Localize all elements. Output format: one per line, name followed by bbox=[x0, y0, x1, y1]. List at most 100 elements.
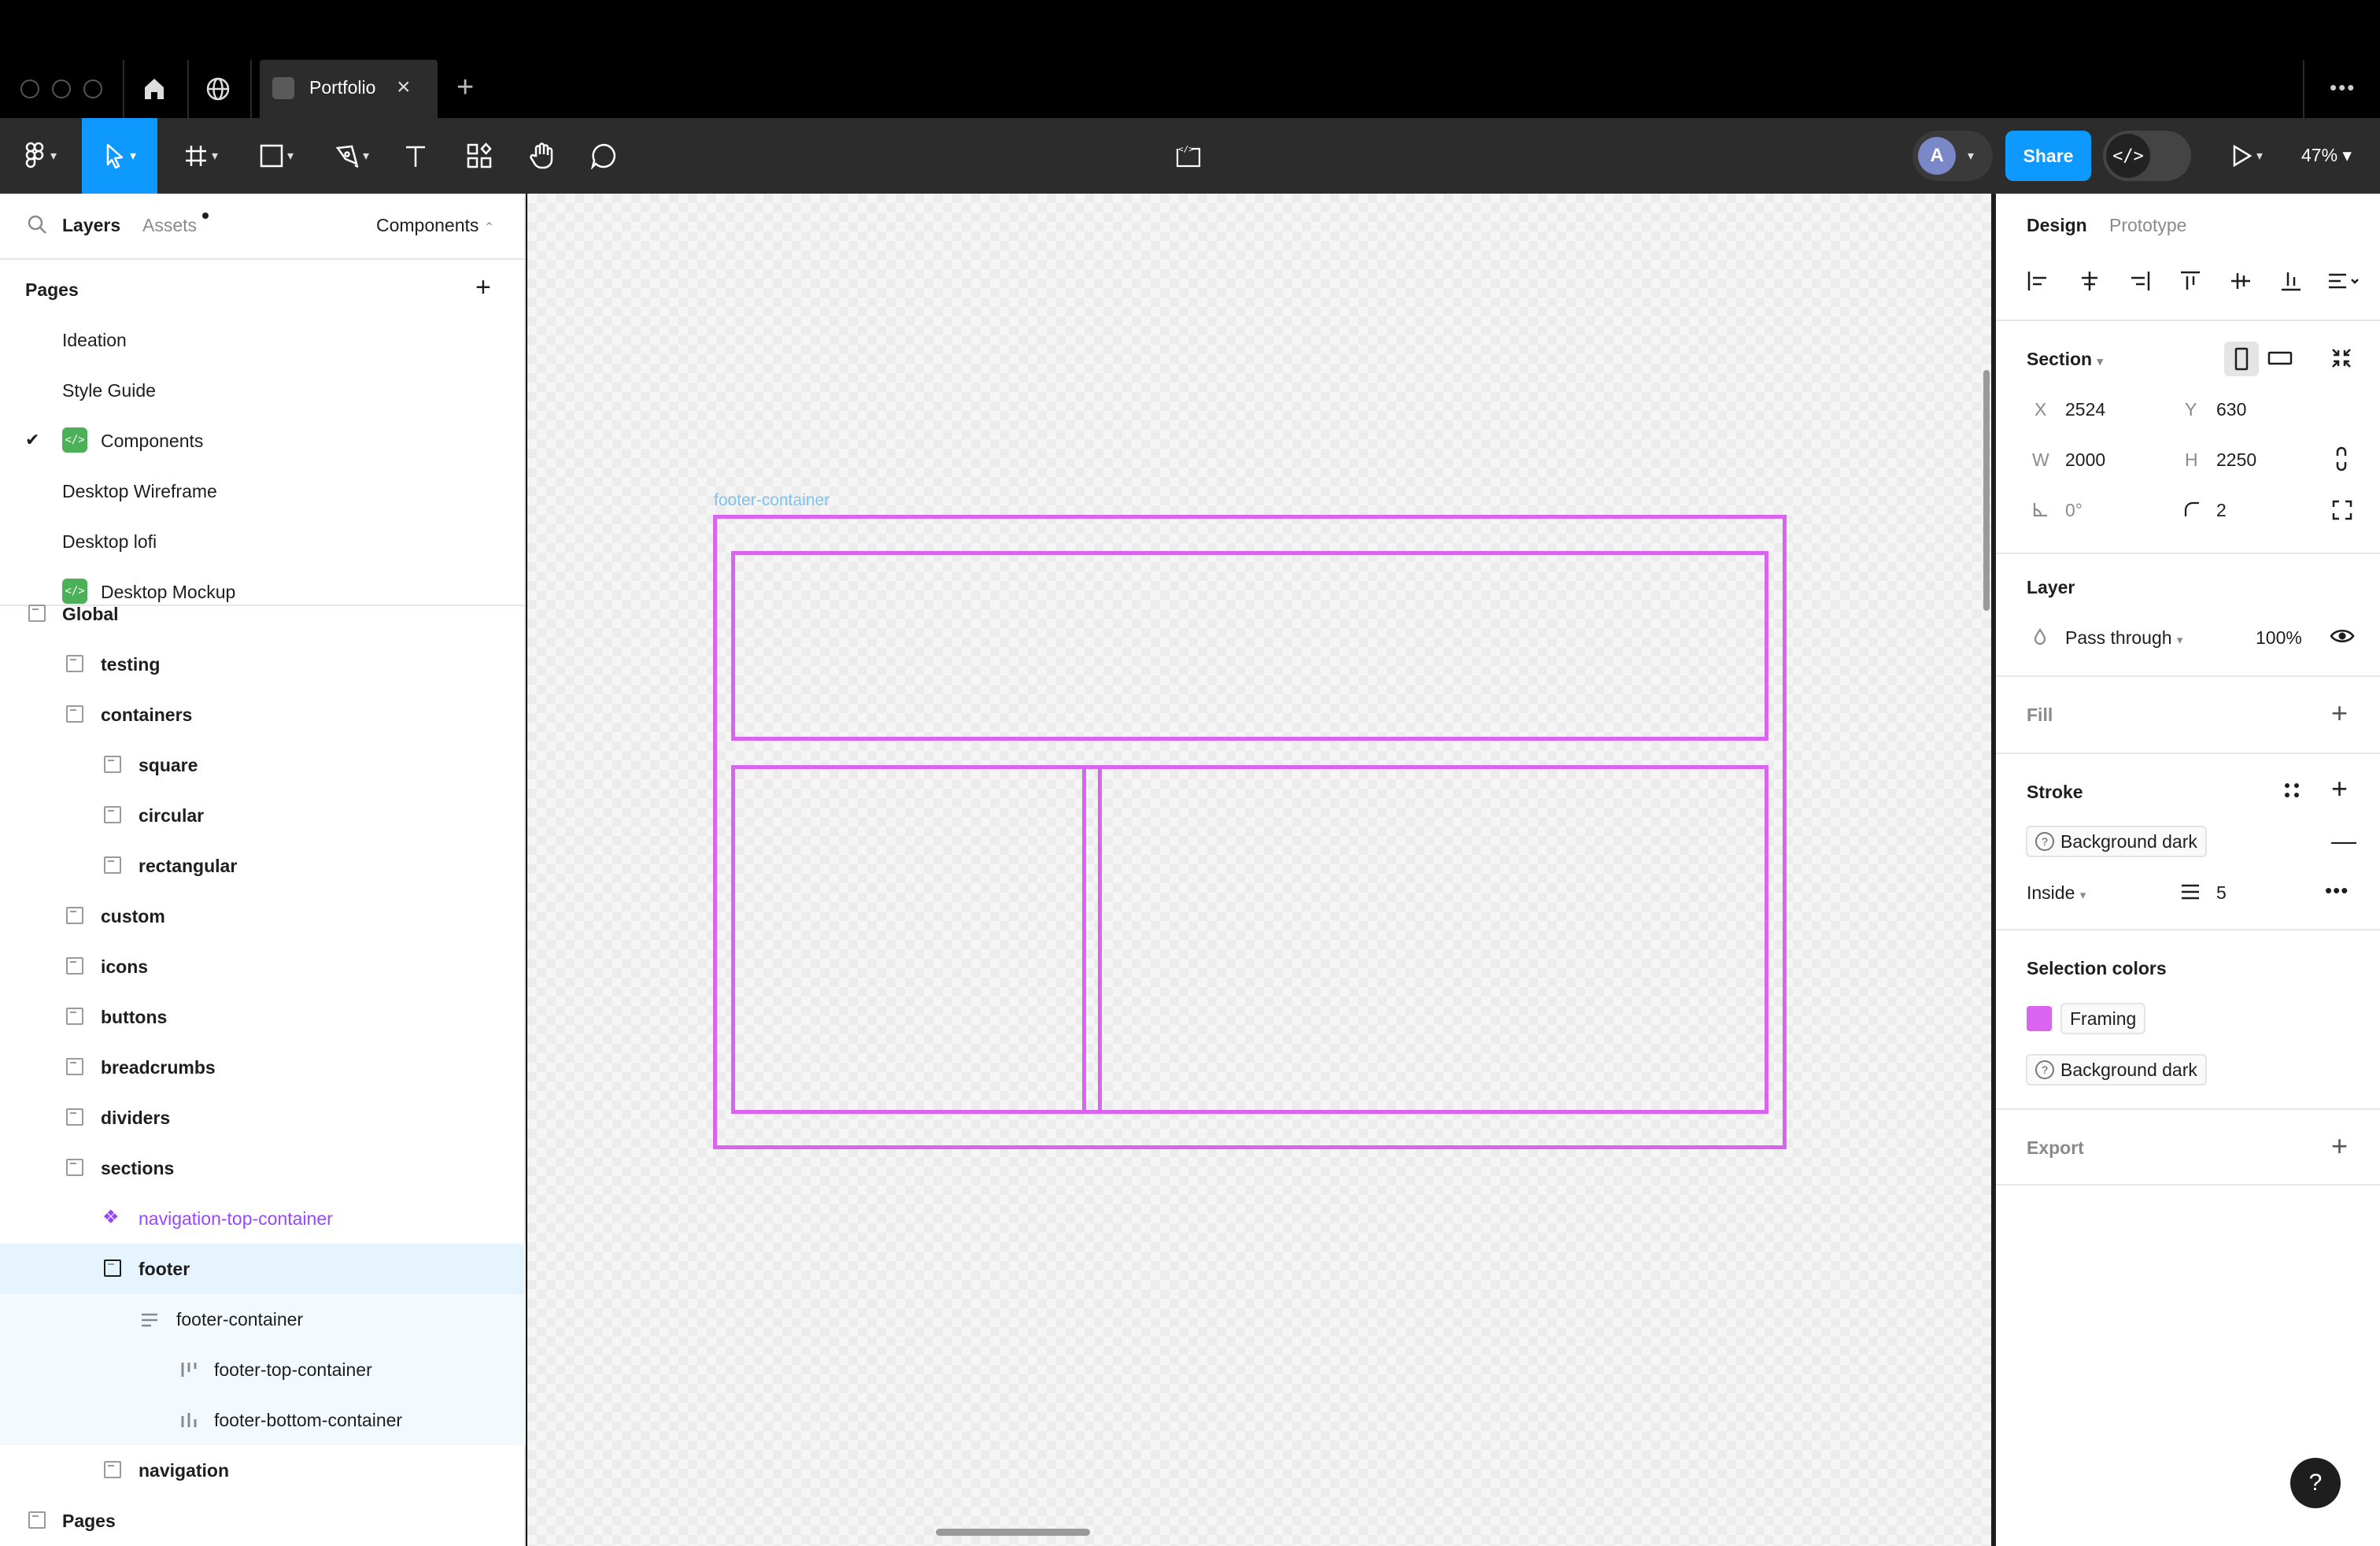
selection-frame-label[interactable]: footer-container bbox=[714, 491, 830, 510]
tab-assets[interactable]: Assets bbox=[142, 215, 197, 236]
footer-top-container-frame[interactable] bbox=[731, 551, 1768, 741]
layer-row[interactable]: testing bbox=[101, 654, 160, 675]
y-field[interactable]: 630 bbox=[2216, 399, 2246, 420]
window-zoom-dot[interactable] bbox=[83, 80, 102, 98]
stroke-style-chip[interactable]: ? Background dark bbox=[2026, 826, 2207, 857]
user-avatar[interactable]: A bbox=[1918, 137, 1956, 175]
align-right-icon[interactable] bbox=[2128, 269, 2152, 293]
page-item-style-guide[interactable]: Style Guide bbox=[62, 380, 156, 401]
blend-mode-dropdown[interactable]: Pass through ▾ bbox=[2065, 627, 2182, 649]
add-page-icon[interactable]: + bbox=[475, 272, 491, 303]
page-item-desktop-lofi[interactable]: Desktop lofi bbox=[62, 531, 157, 553]
add-export-icon[interactable]: + bbox=[2331, 1132, 2348, 1160]
align-top-icon[interactable] bbox=[2179, 269, 2202, 293]
text-tool[interactable] bbox=[397, 118, 434, 194]
layer-row[interactable]: footer-top-container bbox=[214, 1359, 372, 1381]
h-label: H bbox=[2185, 449, 2198, 470]
community-globe-icon[interactable] bbox=[202, 73, 234, 105]
layer-row[interactable]: navigation bbox=[139, 1460, 229, 1481]
layer-row[interactable]: breadcrumbs bbox=[101, 1057, 216, 1078]
h-field[interactable]: 2250 bbox=[2216, 449, 2256, 471]
eye-icon[interactable] bbox=[2330, 627, 2355, 645]
align-bottom-icon[interactable] bbox=[2279, 269, 2303, 293]
portrait-icon[interactable] bbox=[2232, 346, 2251, 372]
canvas-horizontal-scrollbar[interactable] bbox=[936, 1529, 1090, 1536]
align-horizontal-center-icon[interactable] bbox=[2078, 269, 2101, 293]
constrain-proportions-icon[interactable] bbox=[2333, 446, 2350, 472]
layer-row[interactable]: sections bbox=[101, 1158, 174, 1179]
align-vertical-center-icon[interactable] bbox=[2229, 269, 2252, 293]
page-item-desktop-mockup[interactable]: Desktop Mockup bbox=[101, 582, 235, 603]
selection-color-chip[interactable]: Framing bbox=[2060, 1003, 2146, 1034]
distribute-icon[interactable] bbox=[2326, 269, 2361, 293]
page-item-desktop-wireframe[interactable]: Desktop Wireframe bbox=[62, 481, 217, 502]
canvas-vertical-scrollbar[interactable] bbox=[1983, 370, 1990, 611]
section-icon bbox=[66, 1008, 83, 1025]
resources-tool[interactable] bbox=[461, 118, 497, 194]
move-tool[interactable]: ▾ bbox=[82, 118, 157, 194]
page-item-components[interactable]: Components bbox=[101, 431, 203, 452]
rotation-field[interactable]: 0° bbox=[2065, 500, 2082, 521]
layer-row-selected[interactable]: footer bbox=[139, 1259, 190, 1280]
style-grid-icon[interactable] bbox=[2282, 781, 2301, 800]
new-tab-icon[interactable]: + bbox=[456, 72, 474, 102]
layer-row[interactable]: circular bbox=[139, 805, 204, 827]
landscape-icon[interactable] bbox=[2267, 348, 2293, 368]
tab-prototype[interactable]: Prototype bbox=[2109, 215, 2186, 236]
dev-handoff-button[interactable]: </> bbox=[1170, 118, 1207, 194]
stroke-weight-field[interactable]: 5 bbox=[2216, 882, 2227, 904]
w-field[interactable]: 2000 bbox=[2065, 449, 2105, 471]
tab-close-icon[interactable]: × bbox=[397, 76, 411, 99]
hand-tool[interactable] bbox=[524, 118, 560, 194]
selection-color-chip[interactable]: ? Background dark bbox=[2026, 1054, 2207, 1086]
add-fill-icon[interactable]: + bbox=[2331, 699, 2348, 727]
help-button[interactable]: ? bbox=[2290, 1458, 2341, 1508]
layer-row[interactable]: dividers bbox=[101, 1108, 170, 1129]
home-icon[interactable] bbox=[139, 73, 170, 105]
layer-row[interactable]: square bbox=[139, 755, 198, 776]
window-minimize-dot[interactable] bbox=[52, 80, 71, 98]
layer-row[interactable]: Global bbox=[62, 604, 119, 625]
window-close-dot[interactable] bbox=[20, 80, 39, 98]
layer-row[interactable]: containers bbox=[101, 705, 192, 726]
layer-row[interactable]: footer-container bbox=[176, 1309, 303, 1330]
x-field[interactable]: 2524 bbox=[2065, 399, 2105, 420]
page-selector[interactable]: Components ⌃ bbox=[376, 215, 494, 236]
pen-tool[interactable]: ▾ bbox=[326, 118, 378, 194]
add-stroke-icon[interactable]: + bbox=[2331, 775, 2348, 803]
align-left-icon[interactable] bbox=[2026, 269, 2049, 293]
independent-corners-icon[interactable] bbox=[2331, 499, 2353, 521]
dev-mode-code-icon[interactable]: </> bbox=[2106, 134, 2150, 178]
layer-type-label[interactable]: Section ▾ bbox=[2027, 349, 2103, 370]
corner-radius-field[interactable]: 2 bbox=[2216, 500, 2227, 521]
more-options-icon[interactable]: ••• bbox=[2330, 76, 2356, 100]
frame-tool[interactable]: ▾ bbox=[175, 118, 227, 194]
comment-tool[interactable] bbox=[586, 118, 622, 194]
stroke-position-dropdown[interactable]: Inside ▾ bbox=[2027, 882, 2086, 904]
remove-stroke-icon[interactable]: — bbox=[2331, 828, 2356, 853]
chevron-down-icon[interactable]: ▾ bbox=[1968, 148, 1974, 164]
search-icon[interactable] bbox=[27, 214, 47, 235]
layer-row[interactable]: footer-bottom-container bbox=[214, 1410, 402, 1431]
framing-color-swatch[interactable] bbox=[2027, 1006, 2052, 1031]
main-menu-button[interactable]: ▾ bbox=[16, 118, 65, 194]
layer-row[interactable]: buttons bbox=[101, 1007, 167, 1028]
tab-layers[interactable]: Layers bbox=[62, 215, 120, 236]
layer-row[interactable]: rectangular bbox=[139, 856, 237, 877]
layer-opacity-field[interactable]: 100% bbox=[2256, 627, 2302, 649]
layer-row[interactable]: Pages bbox=[62, 1511, 116, 1532]
layer-row[interactable]: custom bbox=[101, 906, 165, 927]
page-item-ideation[interactable]: Ideation bbox=[62, 330, 127, 351]
tab-design[interactable]: Design bbox=[2027, 215, 2087, 236]
footer-bottom-left-frame[interactable] bbox=[731, 765, 1086, 1114]
present-button[interactable]: ▾ bbox=[2224, 118, 2268, 194]
footer-bottom-right-frame[interactable] bbox=[1098, 765, 1768, 1114]
shape-tool[interactable]: ▾ bbox=[250, 118, 302, 194]
layer-row[interactable]: icons bbox=[101, 956, 148, 978]
stroke-more-icon[interactable]: ••• bbox=[2325, 878, 2349, 903]
resize-to-fit-icon[interactable] bbox=[2330, 346, 2353, 370]
section-icon bbox=[104, 756, 121, 773]
zoom-level[interactable]: 47% ▾ bbox=[2301, 145, 2352, 166]
layer-row-component[interactable]: navigation-top-container bbox=[139, 1208, 333, 1230]
share-button[interactable]: Share bbox=[2005, 131, 2091, 181]
